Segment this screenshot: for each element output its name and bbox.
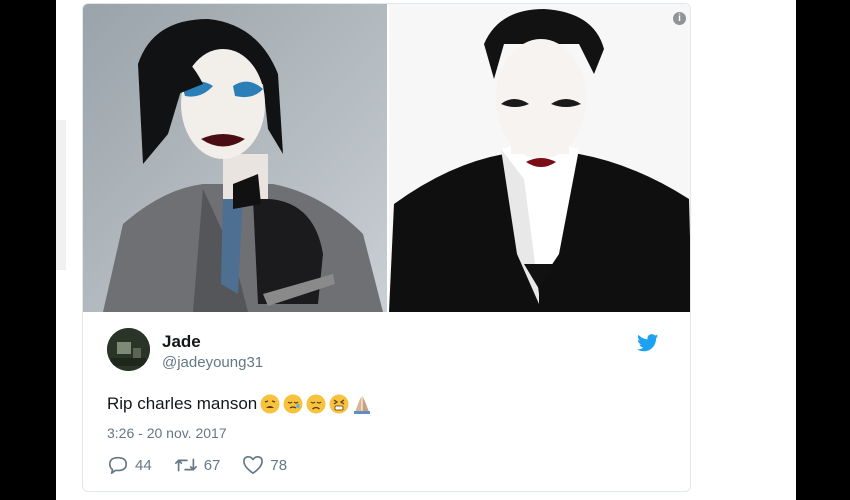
tweet-timestamp[interactable]: 3:26 - 20 nov. 2017: [107, 425, 227, 441]
tweet-header: Jade @jadeyoung31: [107, 328, 667, 374]
reply-icon: [109, 456, 127, 474]
author-name[interactable]: Jade: [162, 332, 201, 352]
twitter-bird-icon[interactable]: [637, 334, 659, 352]
like-button[interactable]: 78: [242, 455, 287, 475]
info-icon[interactable]: i: [673, 12, 686, 25]
tweet-actions: 44 67 78: [107, 455, 287, 475]
side-strip: [56, 120, 66, 270]
tweet-text: Rip charles manson: [107, 394, 372, 414]
photo-right[interactable]: i: [389, 4, 690, 312]
sleepy-face-emoji: [283, 394, 303, 414]
retweet-button[interactable]: 67: [174, 455, 221, 475]
photo-left[interactable]: [83, 4, 387, 312]
retweet-count: 67: [203, 456, 221, 474]
heart-icon: [243, 456, 264, 474]
tweet-media[interactable]: i: [83, 4, 690, 312]
retweet-icon: [174, 458, 197, 472]
avatar[interactable]: [107, 328, 150, 371]
tired-face-emoji: [260, 394, 280, 414]
folded-hands-emoji: [354, 396, 371, 414]
tweet-text-content: Rip charles manson: [107, 394, 258, 413]
reply-button[interactable]: 44: [107, 455, 152, 475]
disappointed-face-emoji: [306, 394, 326, 414]
embedded-tweet: i Jade @jadeyoung31 Rip charles manson 3…: [82, 3, 691, 492]
author-handle[interactable]: @jadeyoung31: [162, 354, 263, 371]
emoji-group: [260, 394, 372, 414]
persevering-face-emoji: [329, 394, 349, 414]
reply-count: 44: [135, 456, 152, 474]
like-count: 78: [270, 456, 288, 474]
